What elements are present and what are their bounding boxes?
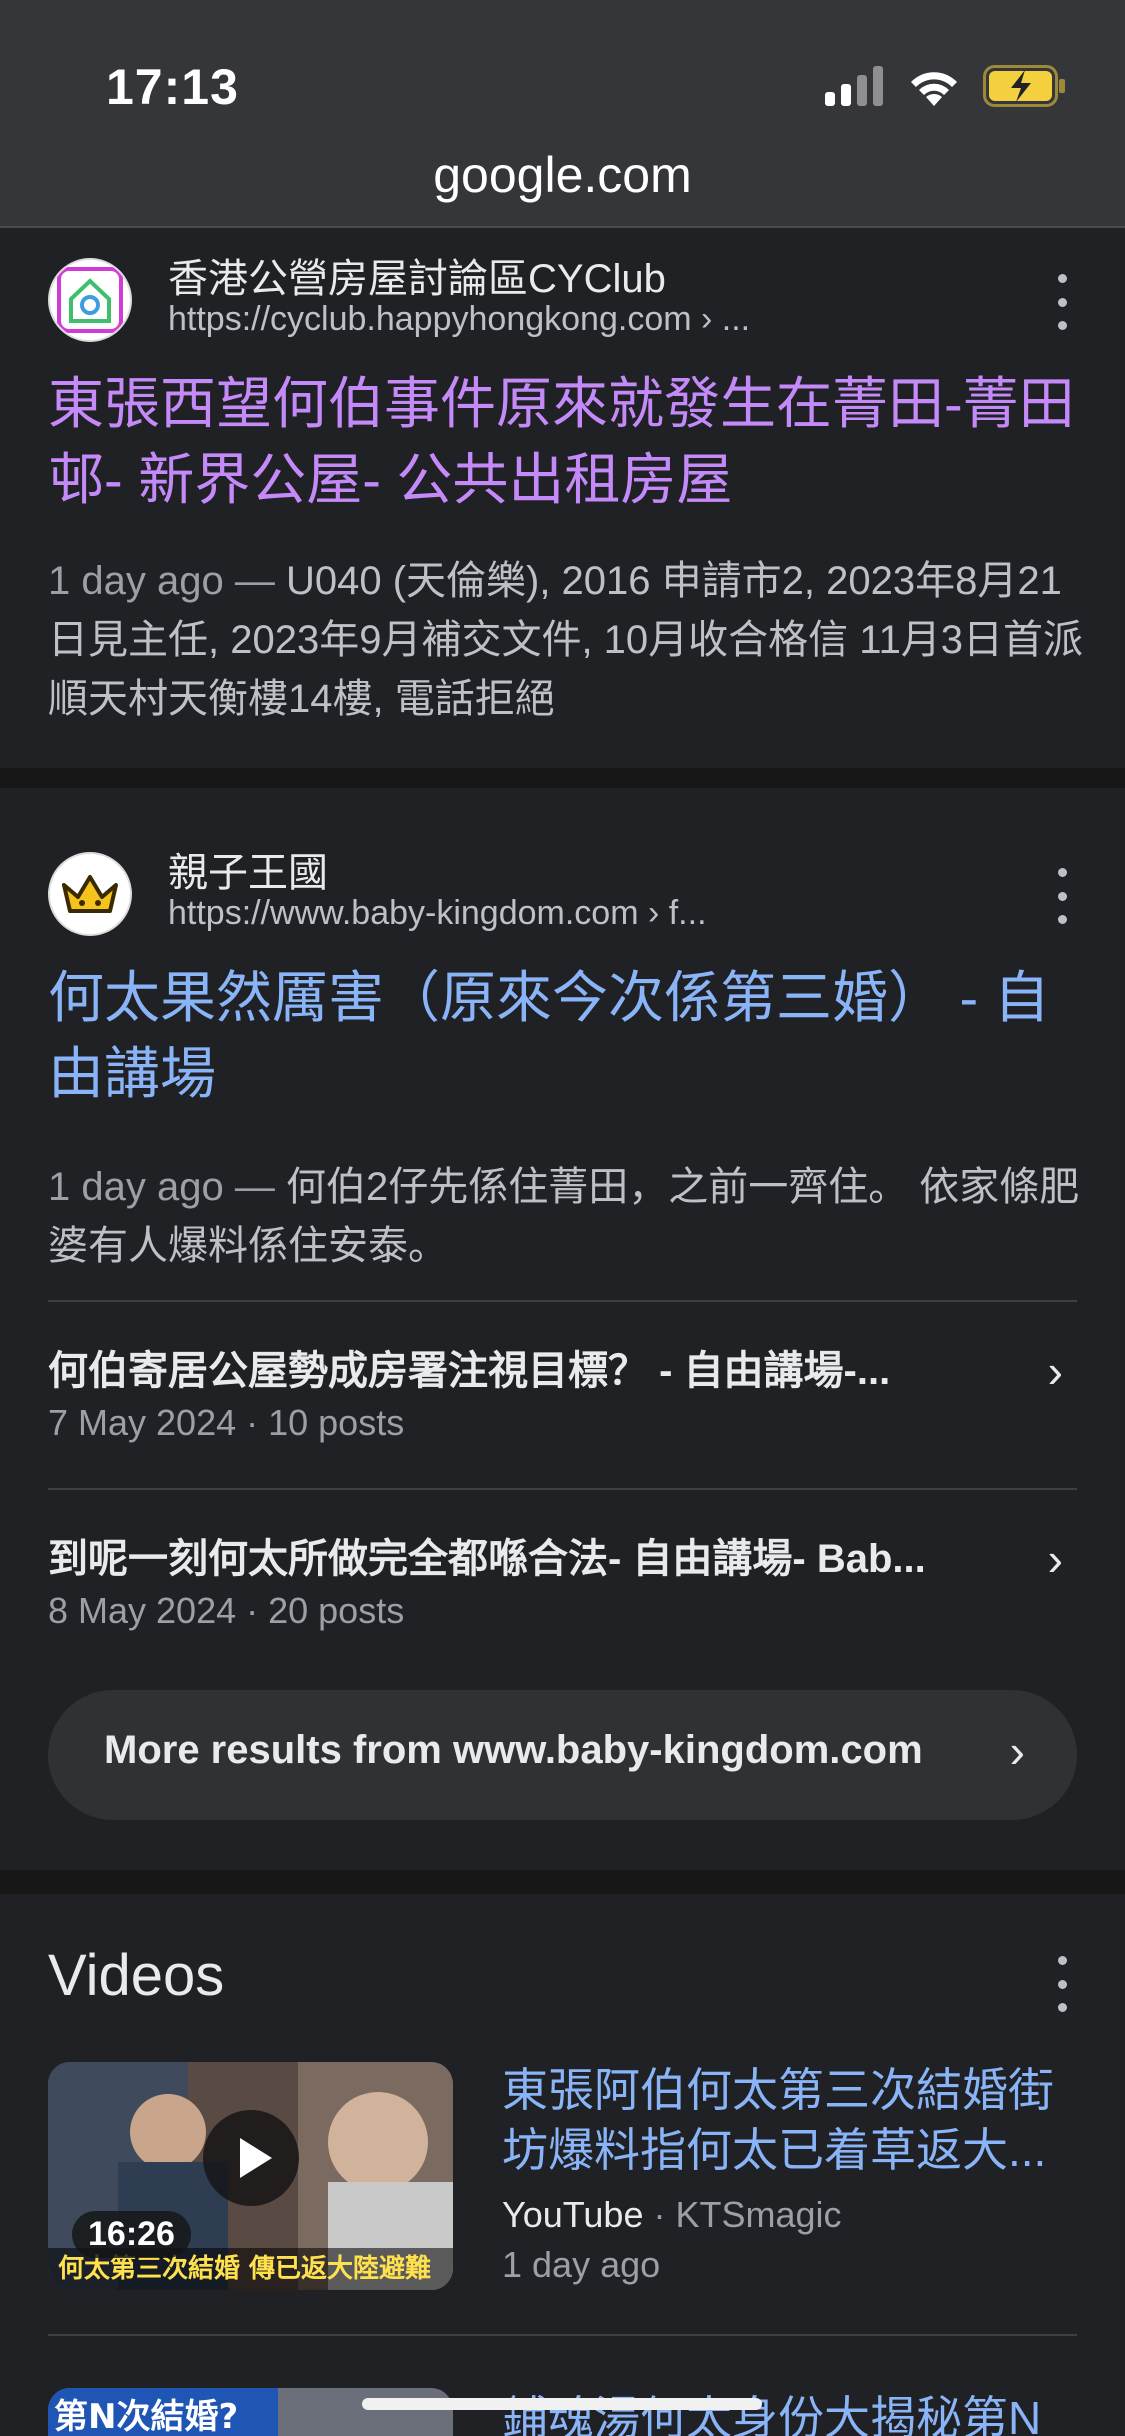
video-duration: 16:26 [72, 2211, 191, 2258]
search-result-card: 香港公營房屋討論區CYClub https://cyclub.happyhong… [0, 230, 1125, 768]
card-separator [0, 768, 1125, 788]
sub-result-item[interactable]: 到呢一刻何太所做完全都喺合法- 自由講場- Bab... 8 May 2024 … [48, 1526, 1077, 1676]
video-thumbnail[interactable]: 何太第三次結婚 傳已返大陸避難 16:26 [48, 2062, 453, 2290]
result-snippet: 1 day ago — U040 (天倫樂), 2016 申請市2, 2023年… [48, 552, 1085, 729]
chevron-right-icon: › [1009, 1725, 1025, 1777]
result-title-link[interactable]: 何太果然厲害（原來今次係第三婚） - 自由講場 [48, 960, 1085, 1112]
video-thumbnail[interactable]: 第N次結婚? [48, 2388, 453, 2436]
home-indicator[interactable] [362, 2398, 762, 2410]
video-thumbnail-image: 第N次結婚? [48, 2388, 453, 2436]
play-icon[interactable] [203, 2110, 299, 2206]
video-time: 1 day ago [502, 2244, 661, 2285]
site-name: 親子王國 [168, 851, 328, 895]
sub-result-meta: 8 May 2024 · 20 posts [48, 1590, 405, 1631]
thumbnail-caption: 第N次結婚? [54, 2397, 238, 2436]
more-results-button[interactable]: More results from www.baby-kingdom.com › [48, 1690, 1077, 1820]
videos-heading: Videos [48, 1943, 225, 2008]
video-title-link[interactable]: 東張阿伯何太第三次結婚街坊爆料指何太已着草返大... [502, 2060, 1085, 2180]
address-bar-url[interactable]: google.com [0, 146, 1125, 204]
site-name: 香港公營房屋討論區CYClub [168, 257, 666, 301]
status-time: 17:13 [106, 59, 239, 115]
video-channel: KTSmagic [675, 2194, 842, 2235]
divider [48, 1488, 1077, 1490]
divider [48, 2334, 1077, 2336]
chevron-right-icon: › [1047, 1345, 1063, 1397]
date-separator: — [234, 1165, 275, 1209]
site-url: https://www.baby-kingdom.com › f... [168, 894, 707, 932]
card-separator [0, 1870, 1125, 1894]
chevron-right-icon: › [1047, 1533, 1063, 1585]
house-logo-icon [57, 267, 123, 333]
more-options-icon[interactable] [1047, 1956, 1077, 2012]
video-source: YouTube · KTSmagic [502, 2194, 842, 2236]
result-title-link[interactable]: 東張西望何伯事件原來就發生在菁田-菁田邨- 新界公屋- 公共出租房屋 [48, 366, 1085, 518]
sub-result-meta: 7 May 2024 · 10 posts [48, 1402, 405, 1443]
wifi-icon [911, 72, 957, 106]
site-row[interactable]: 香港公營房屋討論區CYClub https://cyclub.happyhong… [48, 254, 1077, 344]
result-snippet: 1 day ago — 何伯2仔先係住菁田，之前一齊住。 依家條肥婆有人爆料係住… [48, 1158, 1085, 1276]
videos-section: Videos 何太第三次結婚 傳已返大陸避難 16:26 東張阿伯何太第三次結婚… [0, 1894, 1125, 2436]
result-date: 1 day ago [48, 559, 224, 603]
site-row[interactable]: 親子王國 https://www.baby-kingdom.com › f... [48, 848, 1077, 938]
divider [48, 1300, 1077, 1302]
battery-charging-icon [983, 65, 1065, 107]
search-result-card: 親子王國 https://www.baby-kingdom.com › f...… [0, 788, 1125, 1870]
site-url: https://cyclub.happyhongkong.com › ... [168, 300, 751, 338]
more-options-icon[interactable] [1047, 868, 1077, 924]
result-date: 1 day ago [48, 1165, 224, 1209]
sub-result-title: 到呢一刻何太所做完全都喺合法- 自由講場- Bab... [48, 1537, 926, 1581]
video-platform: YouTube [502, 2194, 644, 2235]
browser-top-bar: 17:13 google.com [0, 0, 1125, 228]
date-separator: — [234, 559, 275, 603]
site-favicon [48, 258, 132, 342]
sub-result-item[interactable]: 何伯寄居公屋勢成房署注視目標？ - 自由講場-... 7 May 2024 · … [48, 1338, 1077, 1488]
more-results-label: More results from www.baby-kingdom.com [104, 1728, 923, 1772]
source-separator: · [643, 2194, 676, 2235]
cellular-signal-icon [825, 66, 883, 106]
site-favicon [48, 852, 132, 936]
more-options-icon[interactable] [1047, 274, 1077, 330]
sub-result-title: 何伯寄居公屋勢成房署注視目標？ - 自由講場-... [48, 1349, 891, 1393]
crown-logo-icon [62, 875, 118, 913]
video-title-link[interactable]: 鋪魂湯何太身份大揭秘第N [502, 2388, 1085, 2436]
status-icons [825, 64, 1067, 108]
